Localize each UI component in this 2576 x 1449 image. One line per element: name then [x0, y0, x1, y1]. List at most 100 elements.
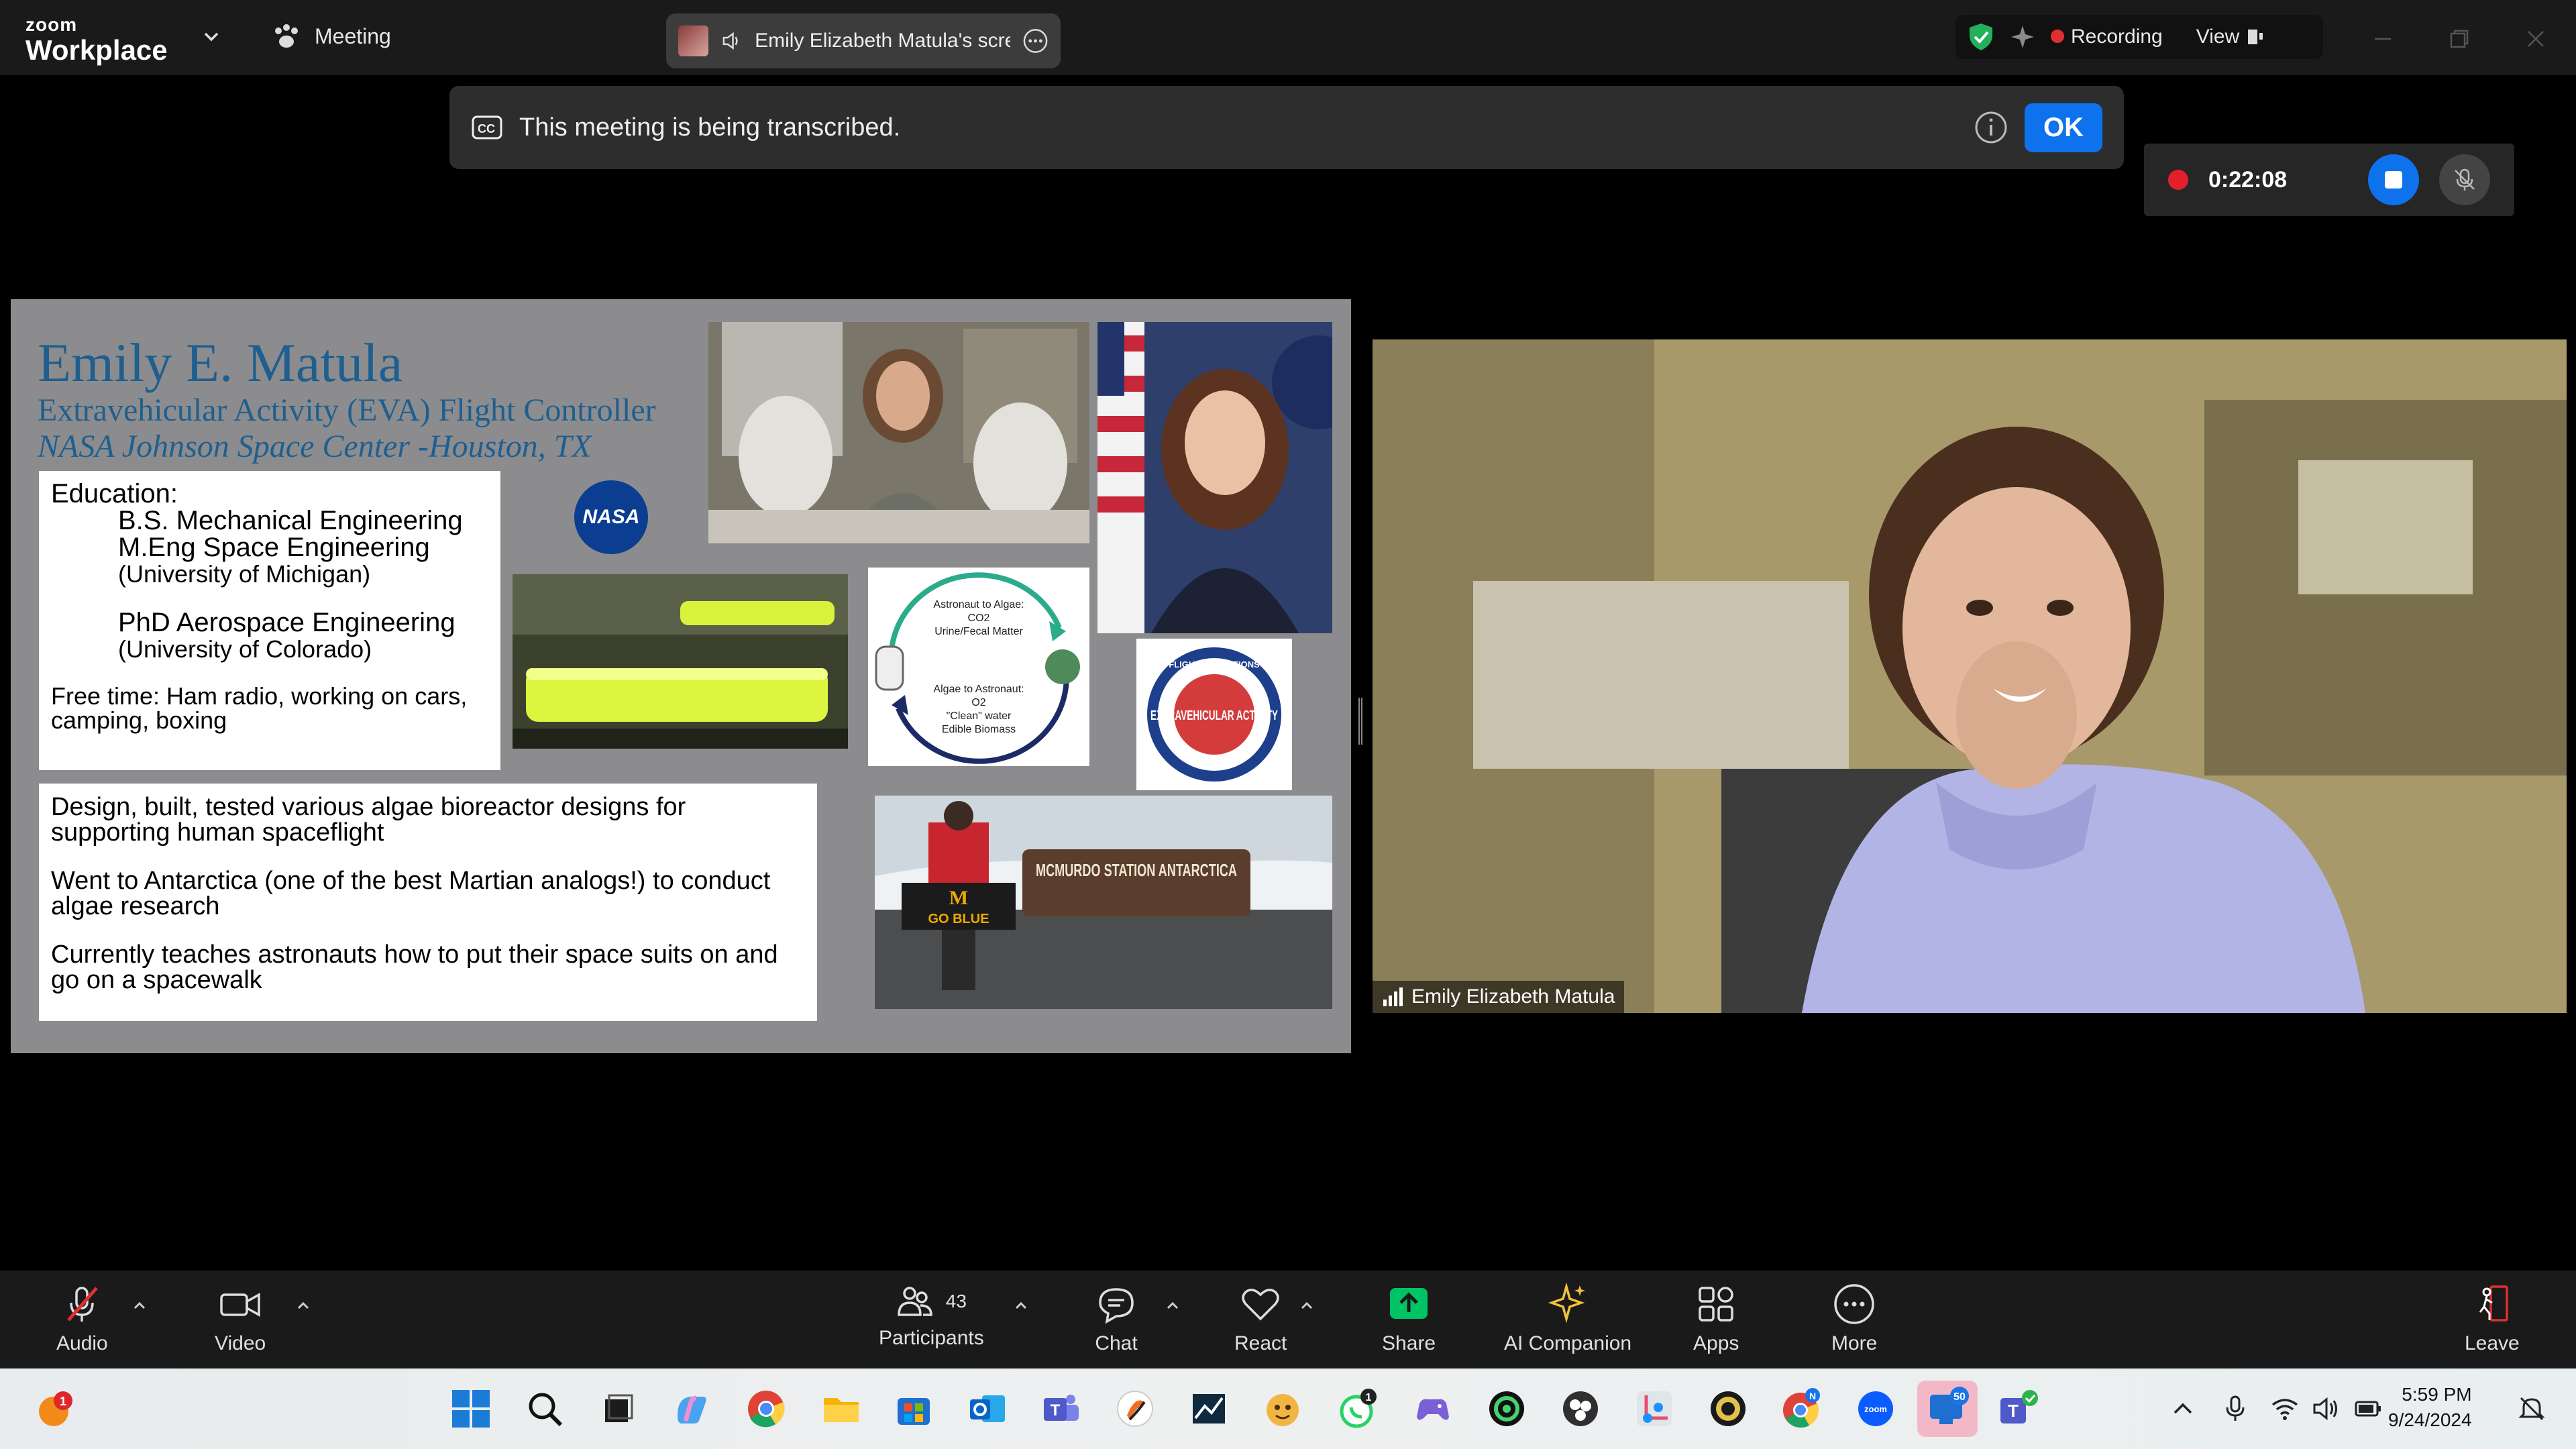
- speaker-icon: [722, 32, 738, 50]
- chat-options-caret[interactable]: [1165, 1297, 1181, 1319]
- recording-elapsed-time: 0:22:08: [2208, 166, 2288, 193]
- view-label: View: [2196, 25, 2240, 48]
- recording-indicator[interactable]: Recording: [2051, 25, 2163, 48]
- chrome-badge: N: [1809, 1391, 1816, 1401]
- task-view-icon[interactable]: [596, 1387, 639, 1430]
- nasa-logo: NASA: [574, 480, 648, 554]
- diagram-bottom-label: Algae to Astronaut:: [933, 684, 1024, 695]
- patch-text: EXTRAVEHICULAR ACTIVITY: [1150, 708, 1278, 723]
- share-screen-icon: [1390, 1288, 1428, 1319]
- diagram-top-co2: CO2: [968, 612, 990, 624]
- facts-box: Design, built, tested various algae bior…: [39, 784, 817, 1021]
- zoom-taskbar-icon[interactable]: zoom: [1854, 1387, 1897, 1430]
- ai-sparkle-icon: [1548, 1283, 1586, 1324]
- gamepad-icon[interactable]: [1411, 1387, 1454, 1430]
- microphone-tray-icon[interactable]: [2220, 1394, 2250, 1424]
- chat-button[interactable]: Chat: [1095, 1283, 1138, 1355]
- info-icon[interactable]: [1974, 110, 2008, 145]
- outlook-taskbar-active[interactable]: 50: [1917, 1381, 1978, 1437]
- meeting-menu-button[interactable]: Meeting: [272, 23, 391, 50]
- ai-companion-button[interactable]: AI Companion: [1504, 1283, 1631, 1355]
- apps-button[interactable]: Apps: [1693, 1283, 1739, 1355]
- react-options-caret[interactable]: [1299, 1297, 1315, 1319]
- teams-icon[interactable]: T: [1040, 1387, 1083, 1430]
- chrome-icon[interactable]: [745, 1387, 788, 1430]
- video-label: Video: [215, 1332, 266, 1354]
- app-icon-emoji[interactable]: [1261, 1387, 1304, 1430]
- heart-icon: [1242, 1289, 1279, 1321]
- volume-icon[interactable]: [2312, 1394, 2341, 1424]
- zoom-workplace-logo[interactable]: zoom Workplace: [25, 15, 168, 66]
- degree-meng: M.Eng Space Engineering: [118, 533, 430, 562]
- obs-icon[interactable]: [1559, 1387, 1602, 1430]
- slide-location: NASA Johnson Space Center -Houston, TX: [38, 429, 592, 464]
- svg-text:zoom: zoom: [1864, 1404, 1887, 1414]
- search-icon[interactable]: [523, 1387, 566, 1430]
- battery-icon[interactable]: [2353, 1394, 2383, 1424]
- app-icon-chart[interactable]: [1187, 1387, 1230, 1430]
- chevron-down-icon[interactable]: [201, 27, 221, 50]
- patch-top-text: FLIGHT OPERATIONS: [1169, 659, 1260, 669]
- recording-widget: 0:22:08: [2144, 144, 2514, 216]
- video-options-caret[interactable]: [295, 1297, 311, 1319]
- screen-share-indicator[interactable]: Emily Elizabeth Matula's scre: [666, 13, 1061, 68]
- wifi-icon[interactable]: [2270, 1394, 2300, 1424]
- snipping-tool-icon[interactable]: [1633, 1387, 1676, 1430]
- free-time-text: Free time: Ham radio, working on cars, c…: [51, 682, 468, 734]
- ok-button[interactable]: OK: [2025, 103, 2102, 152]
- eva-patch-logo: EXTRAVEHICULAR ACTIVITY FLIGHT OPERATION…: [1136, 639, 1292, 790]
- more-button[interactable]: More: [1831, 1283, 1877, 1355]
- slide-title: Emily E. Matula: [38, 332, 403, 393]
- notification-center-icon[interactable]: [2517, 1394, 2546, 1424]
- tray-chevron-up-icon[interactable]: [2168, 1394, 2198, 1424]
- app-icon-lens[interactable]: [1707, 1387, 1750, 1430]
- screen-share-label: Emily Elizabeth Matula's scre: [755, 30, 1010, 52]
- leave-button[interactable]: Leave: [2465, 1283, 2520, 1355]
- leave-icon: [2479, 1285, 2508, 1322]
- paw-icon: [275, 24, 298, 48]
- participants-options-caret[interactable]: [1013, 1297, 1029, 1319]
- view-menu-button[interactable]: View: [2196, 25, 2265, 48]
- outlook-icon[interactable]: [966, 1387, 1009, 1430]
- restore-icon[interactable]: [2439, 19, 2479, 59]
- chat-label: Chat: [1095, 1332, 1138, 1354]
- svg-text:T: T: [1051, 1401, 1061, 1419]
- widgets-icon[interactable]: 1: [34, 1387, 76, 1430]
- view-layout-icon: [2248, 30, 2263, 44]
- stop-recording-button[interactable]: [2368, 154, 2419, 205]
- react-button[interactable]: React: [1234, 1283, 1287, 1355]
- system-clock[interactable]: 5:59 PM 9/24/2024: [2388, 1382, 2472, 1433]
- app-icon-swirl[interactable]: [1114, 1387, 1157, 1430]
- school-colorado: (University of Colorado): [118, 635, 372, 663]
- video-camera-icon: [220, 1293, 260, 1317]
- microsoft-store-icon[interactable]: [892, 1387, 935, 1430]
- participants-count: 43: [945, 1291, 967, 1311]
- bioreactor-photo: [513, 574, 848, 749]
- app-icon-headset[interactable]: [1485, 1387, 1528, 1430]
- degree-phd: PhD Aerospace Engineering: [118, 608, 455, 637]
- participant-video[interactable]: [1373, 339, 2567, 1013]
- avatar: [678, 25, 708, 56]
- audio-options-caret[interactable]: [131, 1297, 148, 1319]
- teams-taskbar-icon[interactable]: T: [1998, 1387, 2041, 1430]
- chrome-profile-icon[interactable]: N: [1780, 1387, 1823, 1430]
- sparkle-icon[interactable]: [2009, 23, 2036, 50]
- more-options-icon[interactable]: [1022, 28, 1049, 54]
- split-view-handle[interactable]: [1358, 698, 1363, 745]
- mute-recording-button[interactable]: [2439, 154, 2490, 205]
- slide-role: Extravehicular Activity (EVA) Flight Con…: [38, 392, 656, 428]
- audio-button[interactable]: Audio: [56, 1283, 108, 1355]
- windows-start-icon[interactable]: [449, 1387, 492, 1430]
- share-button[interactable]: Share: [1382, 1283, 1436, 1355]
- whatsapp-icon[interactable]: 1: [1338, 1387, 1381, 1430]
- shield-check-icon[interactable]: [1968, 22, 1994, 52]
- participants-button[interactable]: 43 Participants: [879, 1283, 984, 1350]
- video-button[interactable]: Video: [215, 1283, 266, 1355]
- participants-label: Participants: [879, 1327, 984, 1349]
- file-explorer-icon[interactable]: [820, 1387, 863, 1430]
- close-icon[interactable]: [2516, 19, 2556, 59]
- minimize-icon[interactable]: [2363, 19, 2403, 59]
- copilot-icon[interactable]: [669, 1387, 712, 1430]
- fact-spacewalk: Currently teaches astronauts how to put …: [51, 941, 778, 994]
- more-icon: [1834, 1284, 1874, 1324]
